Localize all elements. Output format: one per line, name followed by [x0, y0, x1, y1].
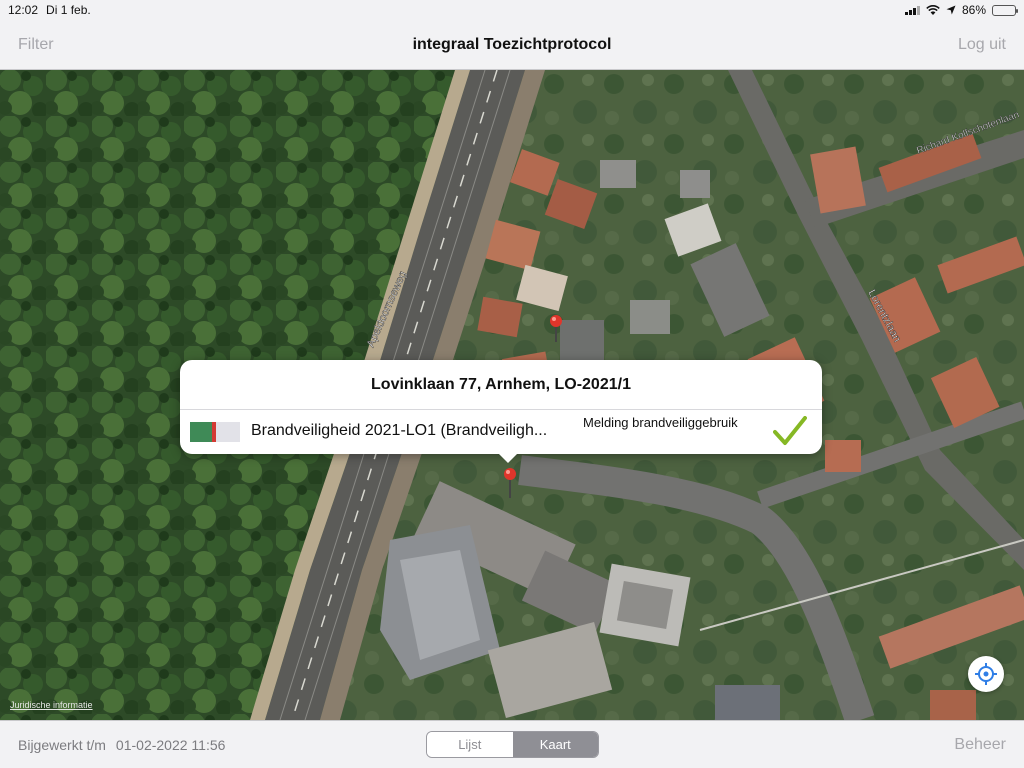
battery-percent: 86% [961, 3, 986, 17]
location-arrow-icon [946, 5, 956, 15]
signal-icon [904, 5, 920, 15]
inspection-row[interactable]: Brandveiligheid 2021-LO1 (Brandveiligh..… [180, 410, 822, 454]
last-updated: Bijgewerkt t/m 01-02-2022 11:56 [18, 721, 225, 768]
page-title: integraal Toezichtprotocol [412, 35, 612, 53]
logout-button[interactable]: Log uit [958, 20, 1006, 70]
filter-button[interactable]: Filter [18, 20, 54, 70]
callout-title: Lovinklaan 77, Arnhem, LO-2021/1 [180, 360, 822, 410]
battery-icon [992, 4, 1018, 16]
status-bar: 12:02 Di 1 feb. 86% [0, 0, 1024, 20]
inspection-status: Melding brandveiliggebruik [583, 415, 738, 430]
status-date: Di 1 feb. [46, 3, 91, 17]
location-callout[interactable]: Lovinklaan 77, Arnhem, LO-2021/1 Brandve… [180, 360, 822, 463]
wifi-icon [926, 4, 940, 15]
checkmark-icon [773, 416, 807, 445]
bottom-toolbar: Bijgewerkt t/m 01-02-2022 11:56 Lijst Ka… [0, 720, 1024, 768]
view-mode-segmented-control[interactable]: Lijst Kaart [426, 731, 599, 758]
last-updated-value: 01-02-2022 11:56 [115, 737, 226, 753]
status-left: 12:02 Di 1 feb. [8, 3, 91, 17]
last-updated-label: Bijgewerkt t/m [18, 737, 106, 753]
status-strip-done [190, 422, 212, 442]
locate-me-button[interactable] [968, 656, 1004, 692]
navigation-bar: Filter integraal Toezichtprotocol Log ui… [0, 20, 1024, 70]
segment-map[interactable]: Kaart [512, 732, 598, 757]
location-target-icon [975, 663, 997, 685]
status-right: 86% [904, 3, 1018, 17]
progress-status-strip [190, 422, 240, 442]
legal-info-link[interactable]: Juridische informatie [10, 700, 93, 710]
segment-list[interactable]: Lijst [427, 732, 513, 757]
manage-button[interactable]: Beheer [954, 721, 1006, 768]
status-time: 12:02 [8, 3, 39, 17]
inspection-title: Brandveiligheid 2021-LO1 (Brandveiligh..… [251, 422, 548, 439]
status-strip-open [216, 422, 240, 442]
